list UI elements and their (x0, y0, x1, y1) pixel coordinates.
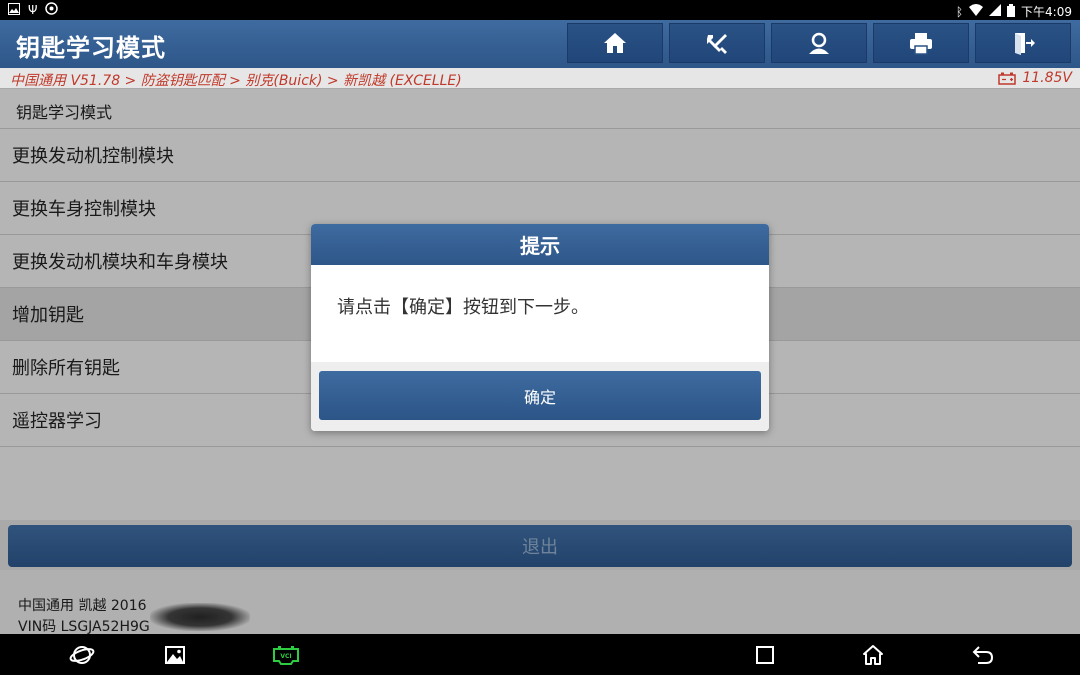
diagnose-tools-button[interactable] (669, 23, 765, 63)
dialog-message: 请点击【确定】按钮到下一步。 (337, 297, 589, 318)
voltage-value: 11.85V (1022, 70, 1072, 86)
vpn-icon (45, 2, 59, 18)
battery-icon (1007, 3, 1016, 20)
print-icon (910, 33, 932, 55)
exit-door-icon (1015, 33, 1035, 55)
page-title: 钥匙学习模式 (16, 34, 166, 62)
status-bar: Ψ ᛒ 下午4:09 (0, 0, 1080, 20)
dialog-footer: 确定 (311, 362, 769, 431)
voltage-readout: 11.85V (998, 70, 1072, 86)
prompt-dialog: 提示 请点击【确定】按钮到下一步。 确定 (311, 224, 769, 431)
breadcrumb: 中国通用 V51.78 > 防盗钥匙匹配 > 别克(Buick) > 新凯越 (… (10, 73, 462, 89)
gallery-icon[interactable] (162, 642, 188, 668)
exit-door-button[interactable] (975, 23, 1071, 63)
ok-button[interactable]: 确定 (319, 371, 761, 420)
signal-icon (989, 4, 1002, 19)
toolbar (567, 23, 1071, 63)
title-bar: 钥匙学习模式 (0, 20, 1080, 68)
usb-debug-icon: Ψ (28, 3, 38, 17)
dialog-title: 提示 (311, 224, 769, 265)
svg-text:VCI: VCI (280, 653, 291, 660)
browser-icon[interactable] (69, 642, 95, 668)
bluetooth-icon: ᛒ (955, 4, 964, 19)
back-icon[interactable] (970, 642, 996, 668)
battery-icon (998, 72, 1017, 85)
home-nav-icon[interactable] (860, 642, 886, 668)
print-button[interactable] (873, 23, 969, 63)
home-button[interactable] (567, 23, 663, 63)
breadcrumb-bar: 中国通用 V51.78 > 防盗钥匙匹配 > 别克(Buick) > 新凯越 (… (0, 68, 1080, 89)
navigation-bar: VCI (0, 634, 1080, 675)
wifi-icon (969, 4, 984, 19)
home-icon (604, 33, 626, 53)
diagnose-tools-icon (707, 34, 727, 54)
vci-icon[interactable]: VCI (271, 642, 301, 668)
user-icon (809, 32, 829, 54)
image-icon (8, 2, 20, 18)
user-button[interactable] (771, 23, 867, 63)
recent-apps-icon[interactable] (752, 642, 778, 668)
clock: 下午4:09 (1021, 5, 1072, 19)
